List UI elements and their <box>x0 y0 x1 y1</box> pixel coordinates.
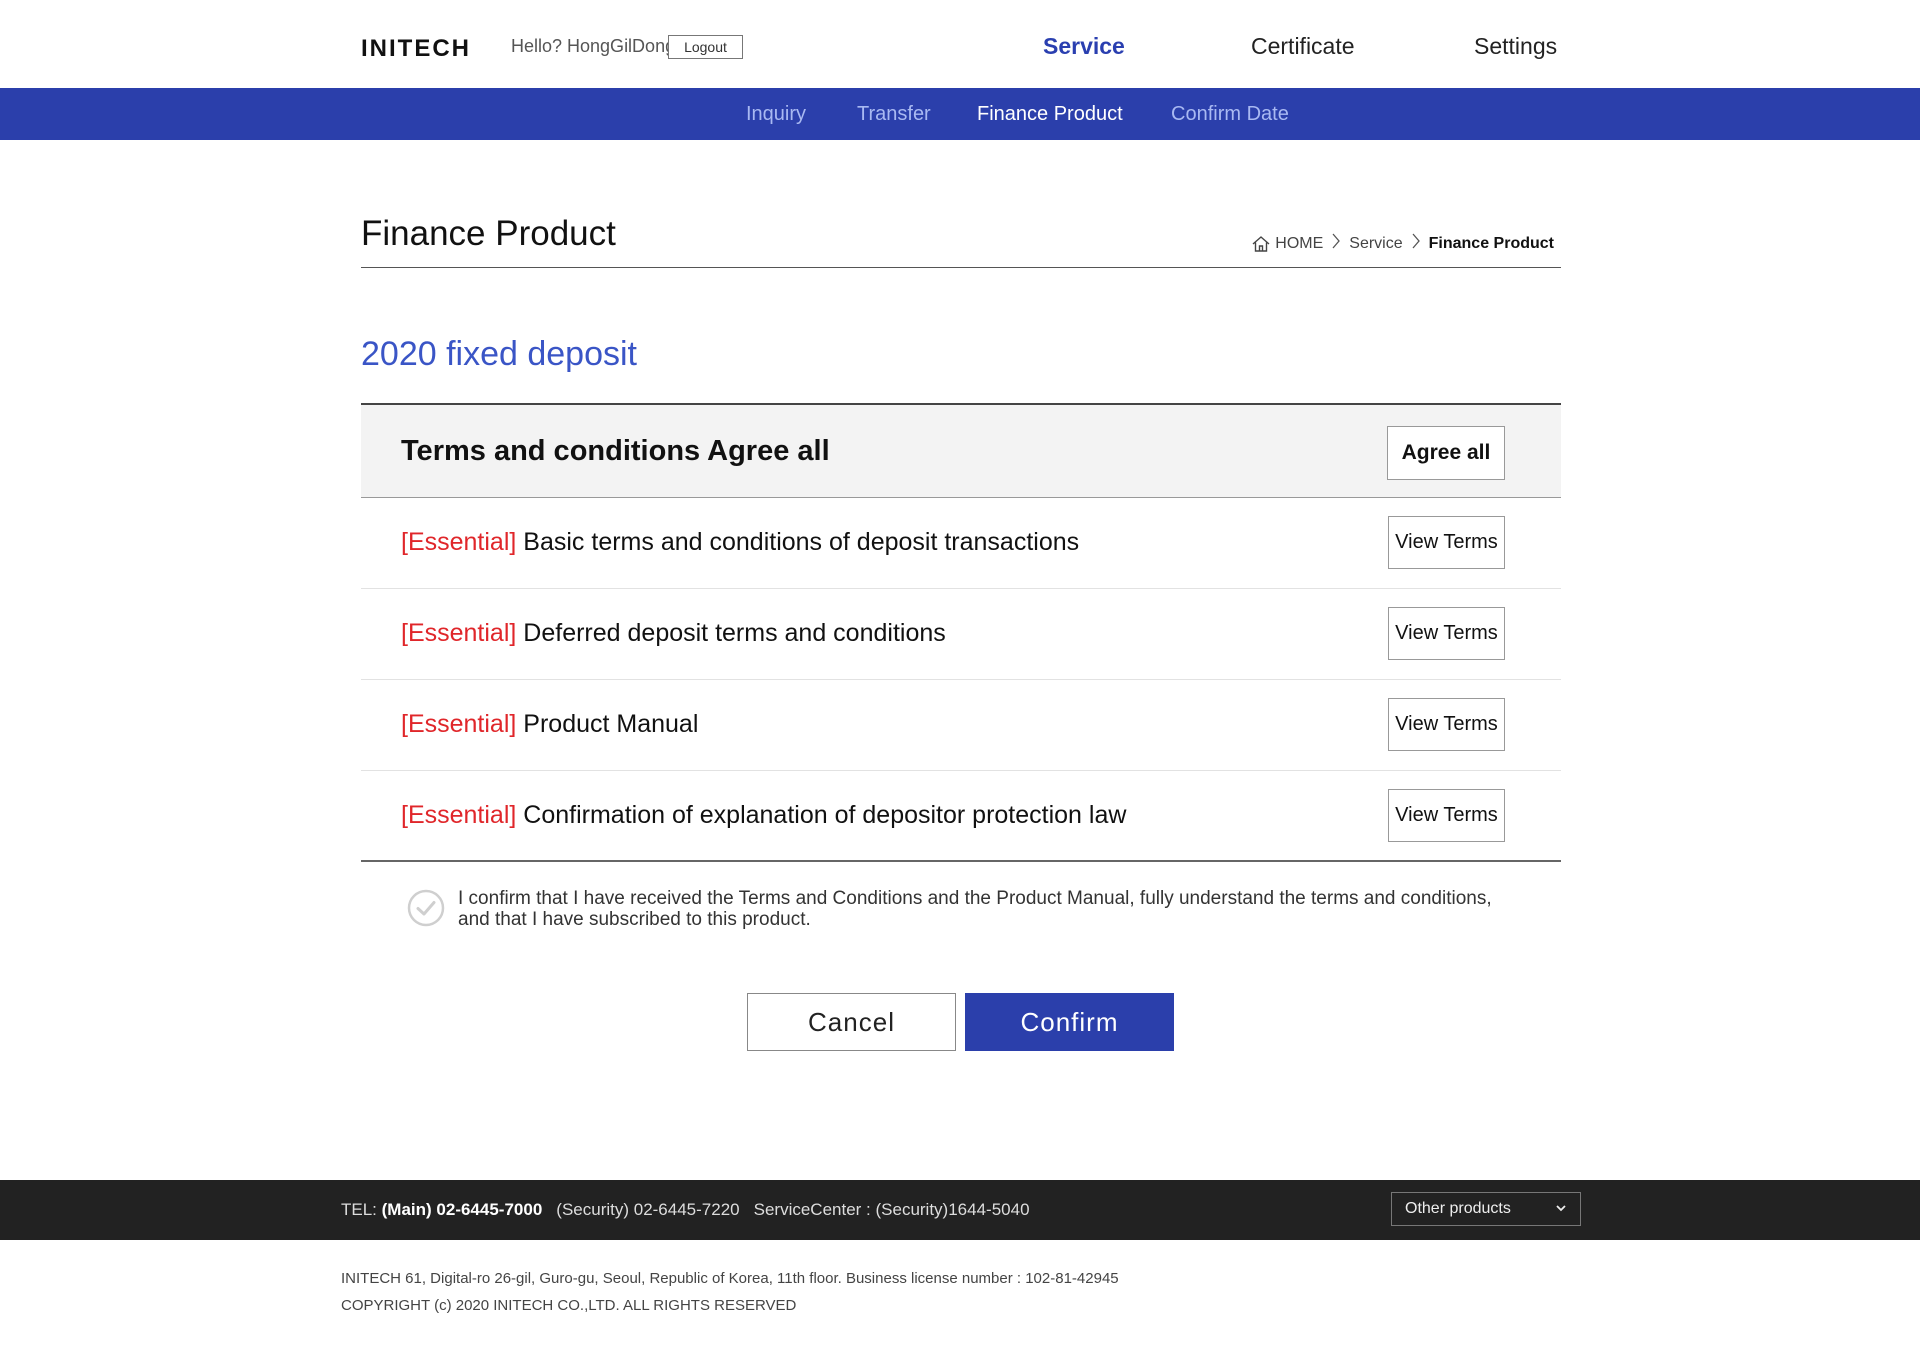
term-title: Basic terms and conditions of deposit tr… <box>523 528 1080 556</box>
essential-tag: [Essential] <box>401 710 517 738</box>
term-title: Product Manual <box>523 710 699 738</box>
chevron-right-icon <box>1331 233 1341 254</box>
chevron-down-icon <box>1556 1205 1566 1212</box>
copyright: COPYRIGHT (c) 2020 INITECH CO.,LTD. ALL … <box>341 1297 797 1314</box>
confirmation-text: I confirm that I have received the Terms… <box>458 888 1538 930</box>
view-terms-button[interactable]: View Terms <box>1388 789 1505 842</box>
terms-header-label: Terms and conditions Agree all <box>401 435 830 467</box>
confirm-checkbox[interactable] <box>407 889 445 927</box>
service-center: ServiceCenter : (Security)1644-5040 <box>753 1200 1030 1219</box>
term-title: Confirmation of explanation of depositor… <box>523 801 1127 829</box>
terms-header-row: Terms and conditions Agree all Agree all <box>361 403 1561 498</box>
term-text: [Essential] Product Manual <box>401 710 698 739</box>
nav-settings[interactable]: Settings <box>1474 33 1557 60</box>
title-divider <box>361 267 1561 268</box>
term-text: [Essential] Confirmation of explanation … <box>401 801 1126 830</box>
home-icon[interactable] <box>1251 234 1271 254</box>
view-terms-button[interactable]: View Terms <box>1388 698 1505 751</box>
initech-logo[interactable]: INITECH <box>361 35 471 62</box>
page-title: Finance Product <box>361 214 616 253</box>
logo-text: INITECH <box>361 35 471 62</box>
term-row: [Essential] Deferred deposit terms and c… <box>361 589 1561 680</box>
view-terms-button[interactable]: View Terms <box>1388 516 1505 569</box>
term-row: [Essential] Basic terms and conditions o… <box>361 498 1561 589</box>
breadcrumb-current: Finance Product <box>1428 234 1554 252</box>
cancel-button[interactable]: Cancel <box>747 993 956 1051</box>
essential-tag: [Essential] <box>401 801 517 829</box>
company-address: INITECH 61, Digital-ro 26-gil, Guro-gu, … <box>341 1270 1119 1287</box>
view-terms-button[interactable]: View Terms <box>1388 607 1505 660</box>
essential-tag: [Essential] <box>401 528 517 556</box>
nav-certificate[interactable]: Certificate <box>1251 33 1355 60</box>
confirmation-line-2: and that I have subscribed to this produ… <box>458 909 811 930</box>
nav-service[interactable]: Service <box>1043 33 1125 60</box>
footer-contacts: TEL: (Main) 02-6445-7000 (Security) 02-6… <box>341 1200 1030 1220</box>
security-phone: (Security) 02-6445-7220 <box>556 1200 740 1219</box>
subnav-finance-product[interactable]: Finance Product <box>977 103 1123 126</box>
terms-table: Terms and conditions Agree all Agree all… <box>361 403 1561 862</box>
term-row: [Essential] Product Manual View Terms <box>361 680 1561 771</box>
top-header: INITECH Hello? HongGilDong Logout Servic… <box>0 0 1920 88</box>
product-name: 2020 fixed deposit <box>361 335 637 373</box>
breadcrumb-service[interactable]: Service <box>1349 235 1402 253</box>
subnav-confirm-date[interactable]: Confirm Date <box>1171 103 1289 126</box>
sub-nav: Inquiry Transfer Finance Product Confirm… <box>0 88 1920 140</box>
term-row: [Essential] Confirmation of explanation … <box>361 771 1561 862</box>
breadcrumb: HOME Service Finance Product <box>1251 233 1554 254</box>
term-title: Deferred deposit terms and conditions <box>523 619 946 647</box>
term-text: [Essential] Deferred deposit terms and c… <box>401 619 946 648</box>
footer-bar: TEL: (Main) 02-6445-7000 (Security) 02-6… <box>0 1180 1920 1240</box>
agree-all-button[interactable]: Agree all <box>1387 426 1505 480</box>
other-products-select[interactable]: Other products <box>1391 1192 1581 1226</box>
term-text: [Essential] Basic terms and conditions o… <box>401 528 1079 557</box>
breadcrumb-home[interactable]: HOME <box>1275 235 1323 253</box>
confirmation-line-1: I confirm that I have received the Terms… <box>458 888 1492 909</box>
subnav-inquiry[interactable]: Inquiry <box>746 103 806 126</box>
other-products-label: Other products <box>1405 1200 1511 1217</box>
essential-tag: [Essential] <box>401 619 517 647</box>
footer-info: INITECH 61, Digital-ro 26-gil, Guro-gu, … <box>341 1265 1119 1319</box>
greeting-text: Hello? HongGilDong <box>511 36 676 56</box>
main-phone: (Main) 02-6445-7000 <box>381 1200 543 1219</box>
logout-button[interactable]: Logout <box>668 35 743 59</box>
footer-tel: TEL: (Main) 02-6445-7000 <box>341 1200 543 1219</box>
confirm-button[interactable]: Confirm <box>965 993 1174 1051</box>
subnav-transfer[interactable]: Transfer <box>857 103 931 126</box>
chevron-right-icon <box>1411 233 1421 254</box>
